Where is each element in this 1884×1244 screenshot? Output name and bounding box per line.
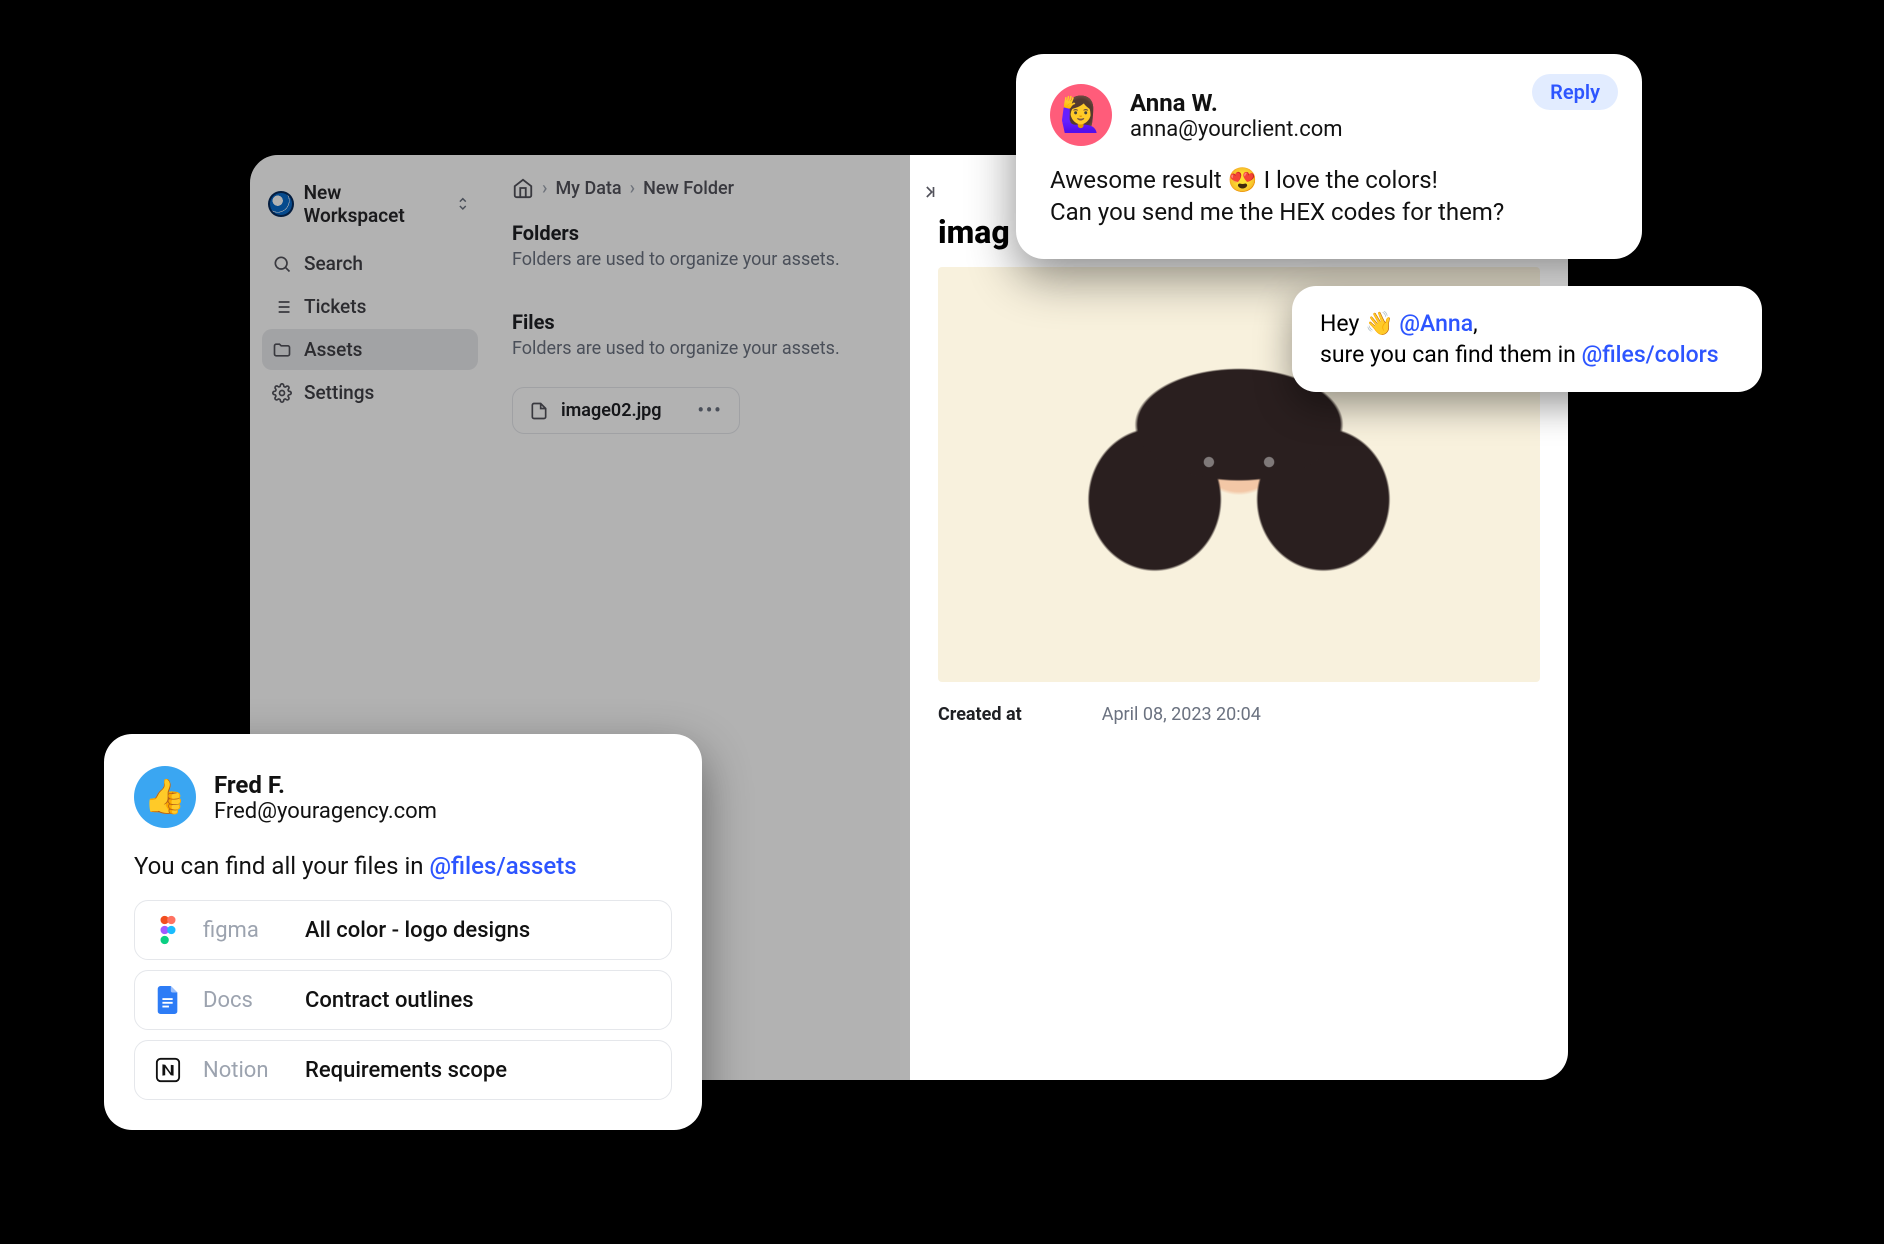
meta-label: Created at (938, 704, 1022, 725)
chevron-right-icon: › (542, 178, 547, 199)
section-subtitle: Folders are used to organize your assets… (512, 338, 888, 359)
reply-button[interactable]: Reply (1532, 74, 1618, 110)
chevron-sort-icon (454, 195, 472, 213)
attachment-row[interactable]: Notion Requirements scope (134, 1040, 672, 1100)
sidebar-item-label: Search (304, 252, 363, 275)
meta-row: Created at April 08, 2023 20:04 (938, 704, 1540, 725)
comment-body: Awesome result 😍 I love the colors! Can … (1050, 164, 1608, 229)
avatar: 👍 (134, 766, 196, 828)
meta-value: April 08, 2023 20:04 (1102, 704, 1261, 725)
workspace-name: New Workspacet (304, 181, 445, 227)
author-email: Fred@youragency.com (214, 799, 437, 824)
avatar: 🙋‍♀️ (1050, 84, 1112, 146)
sidebar-item-label: Assets (304, 338, 362, 361)
workspace-switcher[interactable]: New Workspacet (262, 173, 478, 241)
sidebar-item-assets[interactable]: Assets (262, 329, 478, 370)
attachment-title: Contract outlines (305, 988, 474, 1013)
chevron-collapse-icon (921, 182, 941, 202)
comment-author: 🙋‍♀️ Anna W. anna@yourclient.com (1050, 84, 1608, 146)
section-title: Folders (512, 221, 888, 245)
attachment-row[interactable]: Docs Contract outlines (134, 970, 672, 1030)
collapse-panel-button[interactable] (916, 177, 946, 207)
list-icon (272, 297, 292, 317)
comment-card-anna: Reply 🙋‍♀️ Anna W. anna@yourclient.com A… (1016, 54, 1642, 259)
file-name: image02.jpg (561, 400, 662, 421)
attachment-service: Docs (203, 988, 285, 1013)
sidebar-item-settings[interactable]: Settings (262, 372, 478, 413)
section-subtitle: Folders are used to organize your assets… (512, 249, 888, 270)
comment-author: 👍 Fred F. Fred@youragency.com (134, 766, 672, 828)
search-icon (272, 254, 292, 274)
sidebar-item-tickets[interactable]: Tickets (262, 286, 478, 327)
figma-icon (153, 915, 183, 945)
file-chip[interactable]: image02.jpg ••• (512, 387, 740, 434)
chevron-right-icon: › (630, 178, 635, 199)
author-name: Fred F. (214, 771, 437, 799)
mention-link[interactable]: @files/assets (430, 852, 577, 880)
attachment-title: Requirements scope (305, 1058, 507, 1083)
sidebar-item-search[interactable]: Search (262, 243, 478, 284)
heart-eyes-emoji-icon: 😍 (1228, 164, 1258, 196)
more-icon[interactable]: ••• (698, 400, 723, 421)
attachment-service: Notion (203, 1058, 285, 1083)
section-title: Files (512, 310, 888, 334)
files-section: Files Folders are used to organize your … (512, 310, 888, 434)
breadcrumb-root[interactable]: My Data (555, 178, 621, 199)
google-docs-icon (153, 985, 183, 1015)
home-icon[interactable] (512, 177, 534, 199)
author-email: anna@yourclient.com (1130, 117, 1343, 142)
gear-icon (272, 383, 292, 403)
wave-emoji-icon: 👋 (1365, 308, 1394, 339)
breadcrumb-current[interactable]: New Folder (643, 178, 734, 199)
notion-icon (153, 1055, 183, 1085)
attachment-row[interactable]: figma All color - logo designs (134, 900, 672, 960)
file-icon (529, 401, 549, 421)
comment-body: You can find all your files in @files/as… (134, 850, 672, 882)
workspace-logo-icon (268, 191, 294, 217)
folders-section: Folders Folders are used to organize you… (512, 221, 888, 270)
mention-user[interactable]: @Anna (1399, 310, 1473, 337)
sidebar-item-label: Settings (304, 381, 374, 404)
comment-reply: Hey 👋 @Anna, sure you can find them in @… (1292, 286, 1762, 392)
attachment-service: figma (203, 918, 285, 943)
folder-icon (272, 340, 292, 360)
author-name: Anna W. (1130, 89, 1343, 117)
breadcrumb: › My Data › New Folder (512, 177, 888, 199)
comment-card-fred: 👍 Fred F. Fred@youragency.com You can fi… (104, 734, 702, 1130)
attachment-title: All color - logo designs (305, 918, 530, 943)
mention-link[interactable]: @files/colors (1582, 341, 1719, 368)
sidebar-item-label: Tickets (304, 295, 366, 318)
